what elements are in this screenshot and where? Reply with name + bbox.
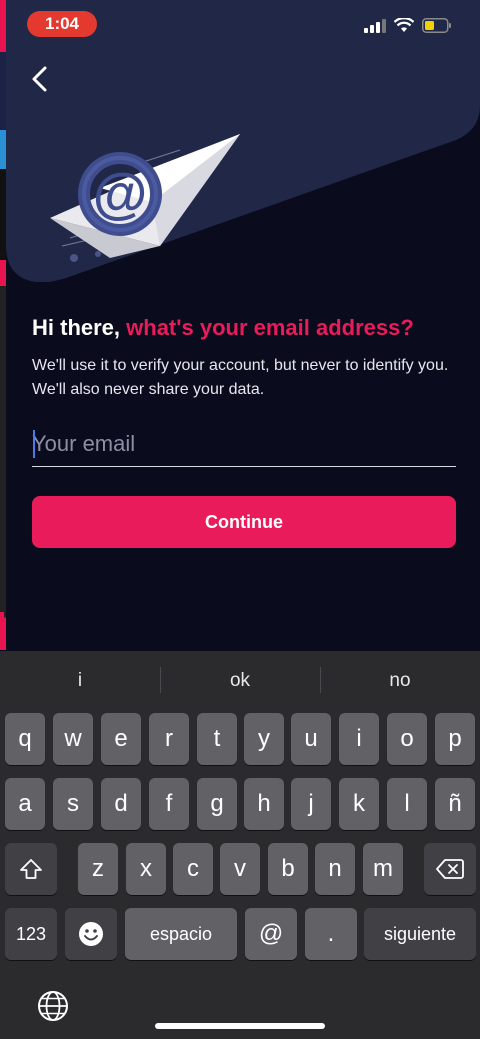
- next-key[interactable]: siguiente: [364, 908, 476, 960]
- previous-card-edge-mark: [0, 612, 4, 624]
- chevron-left-icon[interactable]: [28, 62, 58, 96]
- shift-icon: [20, 859, 42, 879]
- key[interactable]: t: [197, 713, 237, 765]
- key[interactable]: u: [291, 713, 331, 765]
- key[interactable]: d: [101, 778, 141, 830]
- key[interactable]: i: [339, 713, 379, 765]
- wifi-icon: [394, 18, 414, 32]
- key[interactable]: g: [197, 778, 237, 830]
- email-field[interactable]: [32, 424, 456, 467]
- suggestion-bar: i ok no: [0, 651, 480, 711]
- status-time: 1:04: [27, 11, 97, 37]
- key[interactable]: y: [244, 713, 284, 765]
- key[interactable]: p: [435, 713, 475, 765]
- shift-key[interactable]: [5, 843, 57, 895]
- key[interactable]: s: [53, 778, 93, 830]
- space-key[interactable]: espacio: [125, 908, 237, 960]
- status-icons: [364, 18, 452, 33]
- key[interactable]: v: [220, 843, 260, 895]
- key[interactable]: z: [78, 843, 118, 895]
- text-cursor: [33, 430, 35, 458]
- home-indicator[interactable]: [155, 1023, 325, 1029]
- signup-email-screen: 1:04 @ Hi there, what's your email addre…: [0, 0, 480, 1039]
- emoji-icon: [79, 922, 103, 946]
- key[interactable]: o: [387, 713, 427, 765]
- backspace-icon: [436, 859, 464, 879]
- suggestion-item[interactable]: i: [0, 651, 160, 711]
- key[interactable]: f: [149, 778, 189, 830]
- numbers-key[interactable]: 123: [5, 908, 57, 960]
- key[interactable]: w: [53, 713, 93, 765]
- email-input[interactable]: [32, 424, 456, 464]
- at-key[interactable]: @: [245, 908, 297, 960]
- page-title: Hi there, what's your email address?: [32, 313, 462, 343]
- key[interactable]: e: [101, 713, 141, 765]
- key[interactable]: c: [173, 843, 213, 895]
- suggestion-item[interactable]: no: [320, 651, 480, 711]
- suggestion-item[interactable]: ok: [160, 651, 320, 711]
- delete-key[interactable]: [424, 843, 476, 895]
- explanation-text: We'll use it to verify your account, but…: [32, 357, 449, 398]
- dot-key[interactable]: .: [305, 908, 357, 960]
- key[interactable]: q: [5, 713, 45, 765]
- key[interactable]: a: [5, 778, 45, 830]
- on-screen-keyboard: i ok no q w e r t y u i o p a s d f g h …: [0, 651, 480, 1039]
- continue-button[interactable]: Continue: [32, 496, 456, 548]
- key[interactable]: h: [244, 778, 284, 830]
- svg-text:@: @: [93, 161, 148, 224]
- key[interactable]: b: [268, 843, 308, 895]
- email-envelope-at-illustration: @: [50, 134, 240, 262]
- status-bar: 1:04: [0, 0, 480, 48]
- key[interactable]: m: [363, 843, 403, 895]
- emoji-key[interactable]: [65, 908, 117, 960]
- key[interactable]: k: [339, 778, 379, 830]
- headline-greeting: Hi there,: [32, 315, 127, 340]
- key[interactable]: ñ: [435, 778, 475, 830]
- headline-question: what's your email address?: [126, 315, 414, 340]
- key[interactable]: r: [149, 713, 189, 765]
- key[interactable]: n: [315, 843, 355, 895]
- key[interactable]: j: [291, 778, 331, 830]
- cellular-signal-icon: [364, 18, 386, 33]
- key[interactable]: x: [126, 843, 166, 895]
- key[interactable]: l: [387, 778, 427, 830]
- battery-icon: [422, 18, 451, 33]
- globe-icon[interactable]: [37, 990, 69, 1022]
